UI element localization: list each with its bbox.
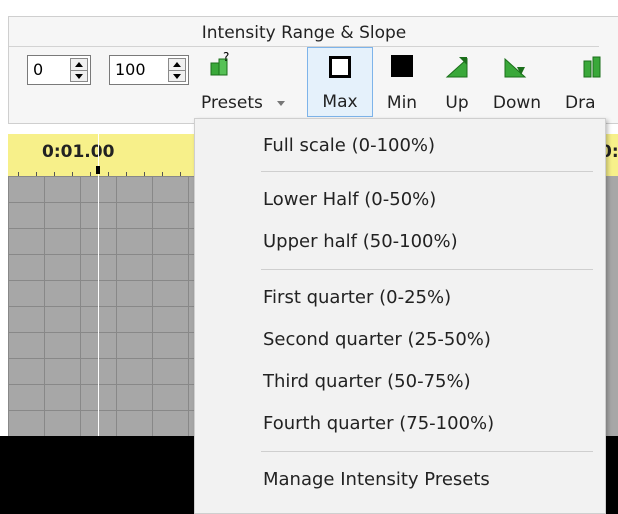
- max-button[interactable]: Max: [307, 47, 373, 117]
- max-label: Max: [322, 92, 358, 112]
- timeline-grid[interactable]: [8, 176, 198, 440]
- menu-item-fourth-quarter[interactable]: Fourth quarter (75-100%): [263, 413, 494, 434]
- max-intensity-value: 100: [115, 60, 146, 79]
- menu-item-first-quarter[interactable]: First quarter (0-25%): [263, 287, 451, 308]
- presets-button[interactable]: ? Presets: [195, 47, 301, 117]
- menu-item-lower-half[interactable]: Lower Half (0-50%): [263, 189, 436, 210]
- menu-item-upper-half[interactable]: Upper half (50-100%): [263, 231, 458, 252]
- spinner-down-button[interactable]: [71, 71, 87, 82]
- max-square-icon: [329, 56, 351, 78]
- ramp-down-icon: [504, 57, 527, 78]
- min-spinner-buttons[interactable]: [70, 58, 88, 82]
- menu-item-second-quarter[interactable]: Second quarter (25-50%): [263, 329, 491, 350]
- menu-separator: [261, 171, 593, 172]
- spinner-up-button[interactable]: [71, 59, 87, 71]
- menu-separator: [261, 451, 593, 452]
- menu-item-full-scale[interactable]: Full scale (0-100%): [263, 135, 435, 156]
- max-intensity-spinner[interactable]: 100: [109, 55, 189, 85]
- draw-button[interactable]: Dra: [559, 47, 618, 117]
- presets-label: Presets: [201, 93, 263, 113]
- timeline-time-label: 0:01.00: [42, 142, 115, 162]
- up-button[interactable]: Up: [433, 47, 481, 117]
- down-label: Down: [492, 93, 542, 113]
- up-label: Up: [445, 93, 469, 113]
- timeline-ruler[interactable]: 0:01.00: [8, 134, 198, 176]
- menu-separator: [261, 269, 593, 270]
- playhead-line[interactable]: [98, 134, 99, 440]
- svg-text:?: ?: [223, 51, 229, 64]
- ramp-up-icon: [445, 57, 468, 78]
- playhead-marker[interactable]: [96, 166, 100, 174]
- min-button[interactable]: Min: [373, 47, 431, 117]
- presets-dropdown-menu: Full scale (0-100%) Lower Half (0-50%) U…: [194, 118, 606, 514]
- menu-item-manage-presets[interactable]: Manage Intensity Presets: [263, 469, 490, 490]
- timeline-area[interactable]: 0:01.00: [8, 134, 198, 440]
- spinner-up-button[interactable]: [169, 59, 185, 71]
- intensity-ribbon-group: Intensity Range & Slope 0 100 ? Presets …: [8, 16, 618, 124]
- min-square-icon: [391, 55, 413, 77]
- min-label: Min: [386, 93, 418, 113]
- max-spinner-buttons[interactable]: [168, 58, 186, 82]
- down-button[interactable]: Down: [483, 47, 551, 117]
- spinner-down-button[interactable]: [169, 71, 185, 82]
- menu-item-third-quarter[interactable]: Third quarter (50-75%): [263, 371, 471, 392]
- draw-icon: [583, 56, 601, 78]
- chevron-down-icon: [277, 101, 285, 106]
- min-intensity-value: 0: [33, 60, 44, 79]
- draw-label: Dra: [565, 93, 596, 113]
- min-intensity-spinner[interactable]: 0: [27, 55, 91, 85]
- group-title: Intensity Range & Slope: [9, 20, 599, 47]
- presets-icon: ?: [210, 51, 229, 76]
